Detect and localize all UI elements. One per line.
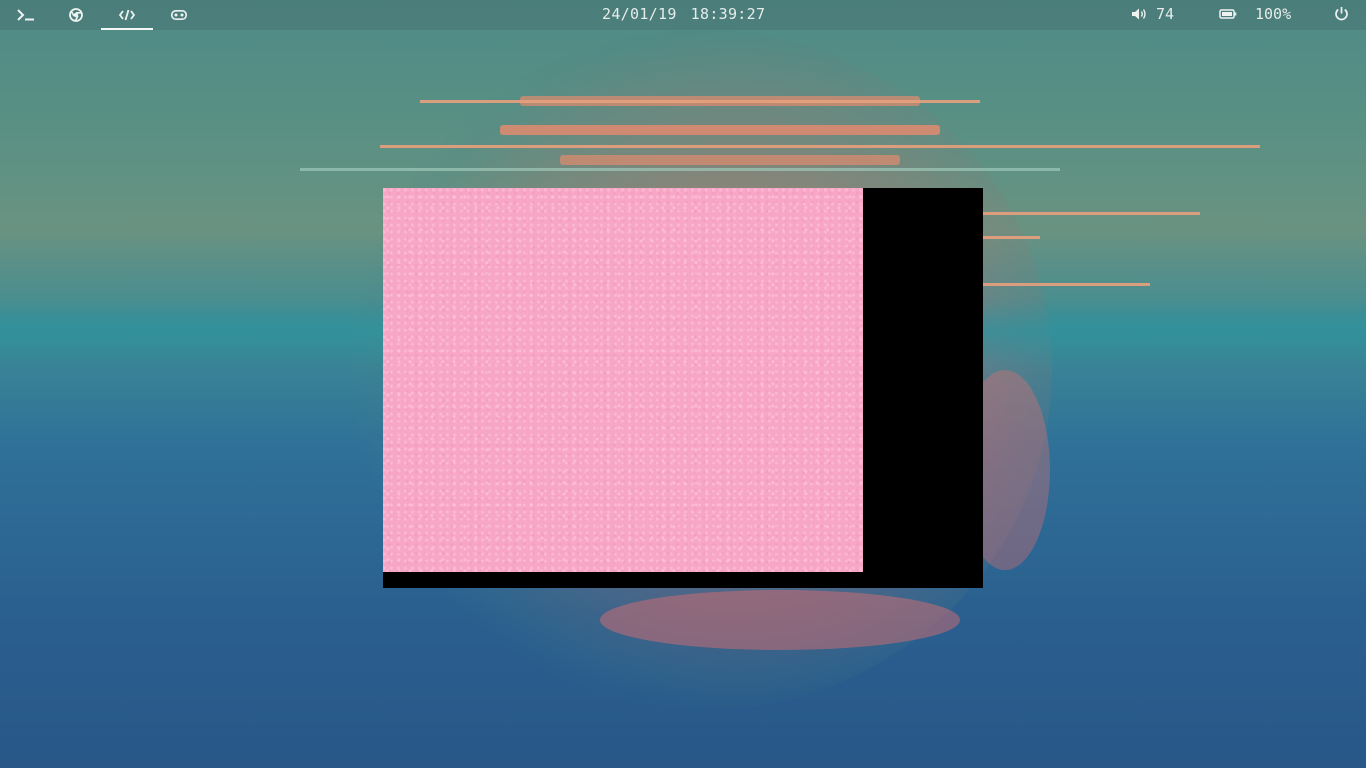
wallpaper-glitch xyxy=(980,212,1200,215)
app-window[interactable] xyxy=(383,188,983,588)
wallpaper-glitch xyxy=(380,145,1260,148)
volume-indicator[interactable]: 74 xyxy=(1131,5,1174,23)
chrome-icon xyxy=(69,8,83,22)
volume-icon xyxy=(1132,8,1146,20)
date-text: 24/01/19 xyxy=(602,5,677,23)
time-text: 18:39:27 xyxy=(690,5,766,23)
gamepad-icon xyxy=(171,10,187,20)
wallpaper-band xyxy=(500,125,940,135)
power-button[interactable] xyxy=(1334,6,1349,21)
battery-value: 100% xyxy=(1255,5,1292,23)
workspace-games[interactable] xyxy=(153,0,205,30)
battery-icon xyxy=(1219,9,1237,19)
battery-indicator[interactable]: 100% xyxy=(1219,5,1291,23)
wallpaper-glitch xyxy=(300,168,1060,171)
terminal-icon xyxy=(17,9,34,21)
volume-value: 74 xyxy=(1156,5,1175,23)
window-content-area[interactable] xyxy=(383,188,863,572)
workspace-terminal[interactable] xyxy=(0,0,52,30)
clock: 24/01/19 18:39:27 xyxy=(602,5,765,23)
wallpaper-glitch xyxy=(980,283,1150,286)
workspace-browser[interactable] xyxy=(50,0,102,30)
desktop: 24/01/19 18:39:27 74 100% xyxy=(0,0,1366,768)
wallpaper-band xyxy=(560,155,900,165)
workspace-code[interactable] xyxy=(101,0,153,30)
code-icon xyxy=(119,9,135,21)
wallpaper-glitch xyxy=(420,100,980,103)
wallpaper-glitch xyxy=(980,236,1040,239)
wallpaper-band xyxy=(600,590,960,650)
power-icon xyxy=(1335,7,1348,21)
top-bar: 24/01/19 18:39:27 74 100% xyxy=(0,0,1366,30)
